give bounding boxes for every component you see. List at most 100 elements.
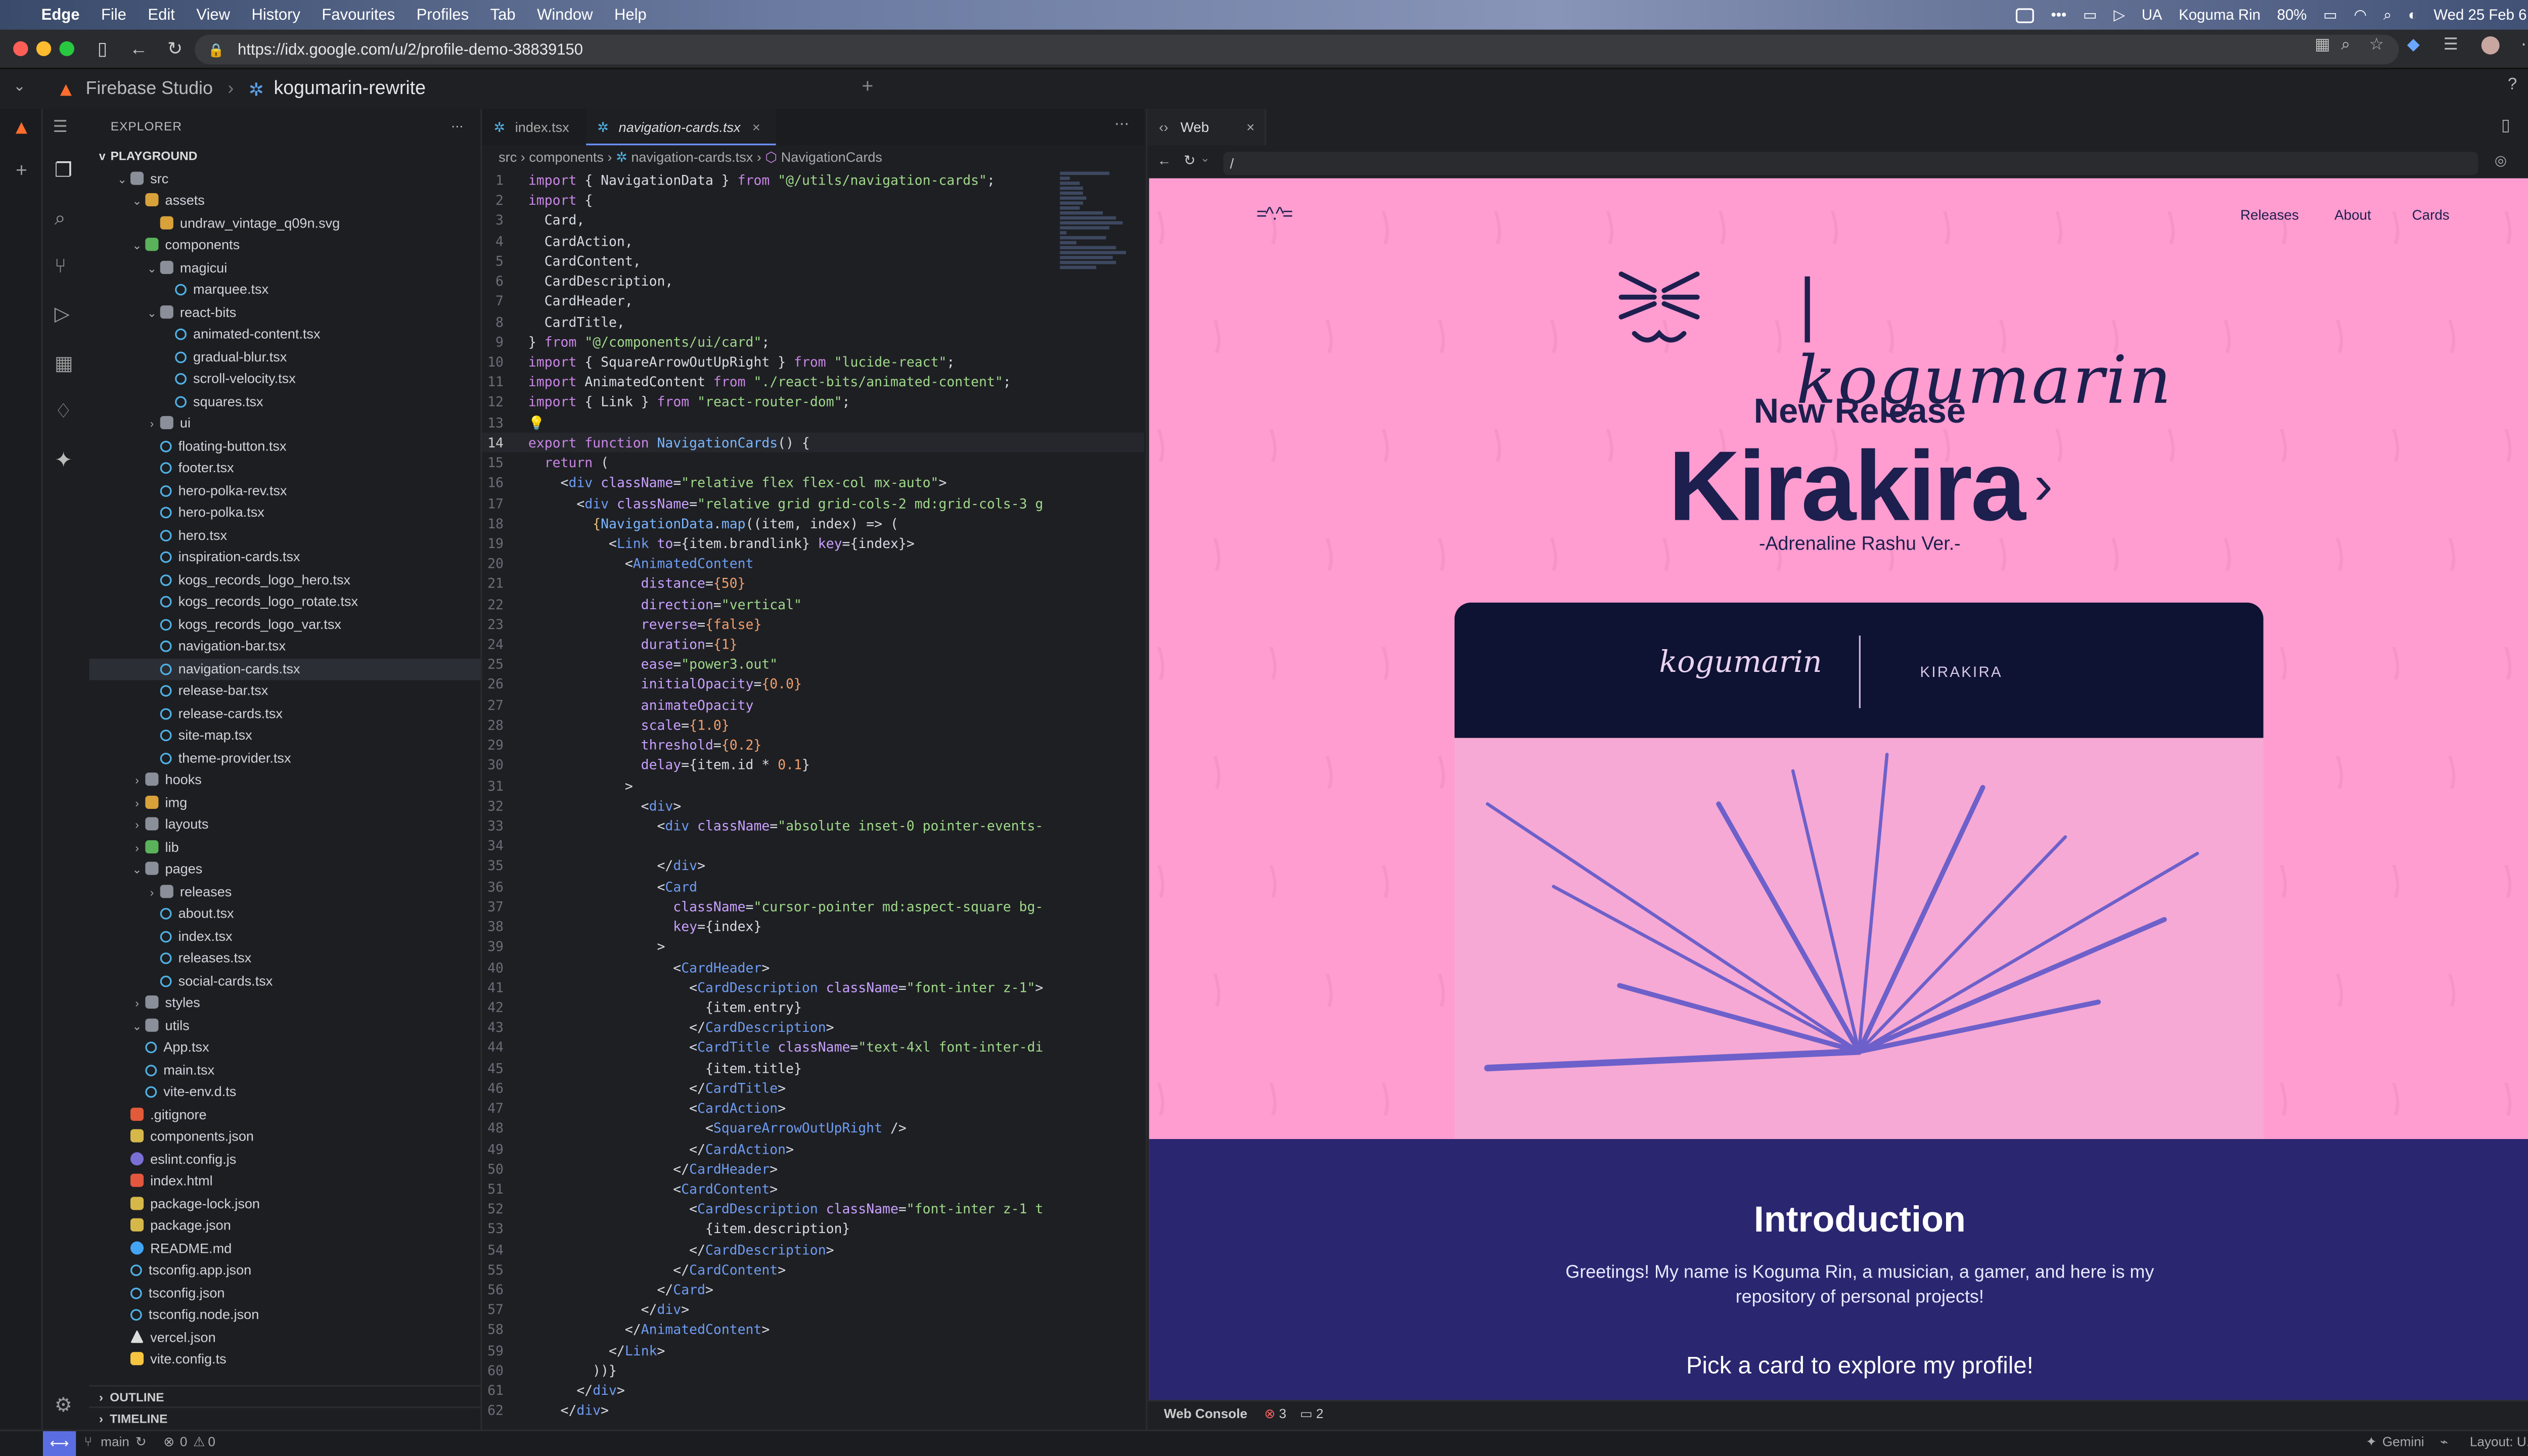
code-line[interactable]: 5 CardContent,	[482, 251, 1144, 271]
release-title-text[interactable]: Kirakira	[1668, 431, 2026, 541]
menu-icon[interactable]: ☰	[53, 119, 67, 137]
chevron-down-icon[interactable]: ⌄	[129, 236, 146, 258]
code-line[interactable]: 8 CardTitle,	[482, 311, 1144, 332]
code-line[interactable]: 4 CardAction,	[482, 231, 1144, 251]
menu-view[interactable]: View	[196, 6, 230, 24]
tree-item[interactable]: releases.tsx	[89, 947, 480, 970]
tree-item[interactable]: vite.config.ts	[89, 1349, 480, 1371]
code-line[interactable]: 33 <div className="absolute inset-0 poin…	[482, 815, 1144, 836]
close-tab-icon[interactable]: ×	[752, 119, 760, 135]
code-line[interactable]: 1 import { NavigationData } from "@/utils…	[482, 170, 1144, 190]
chevron-down-icon[interactable]: ⌄	[1200, 152, 1210, 165]
code-line[interactable]: 13 💡	[482, 412, 1144, 432]
tree-item[interactable]: tsconfig.json	[89, 1282, 480, 1304]
nav-cards[interactable]: Cards	[2412, 206, 2450, 223]
tree-item[interactable]: README.md	[89, 1237, 480, 1259]
more-actions-icon[interactable]: ⋯	[1114, 116, 1129, 134]
code-line[interactable]: 14 export function NavigationCards() {	[482, 432, 1144, 452]
tree-item[interactable]: ⌄ components	[89, 235, 480, 257]
wifi-icon[interactable]: ◠	[2354, 6, 2367, 24]
timeline-section[interactable]: › TIMELINE	[89, 1406, 482, 1428]
branch-icon[interactable]: ⑂	[84, 1435, 93, 1449]
tab-navigation-cards[interactable]: ✲ navigation-cards.tsx ×	[585, 109, 777, 146]
code-line[interactable]: 40 <CardHeader>	[482, 957, 1144, 977]
profile-avatar[interactable]	[2481, 36, 2500, 55]
tree-item[interactable]: package.json	[89, 1215, 480, 1237]
breadcrumb-item[interactable]: NavigationCards	[781, 149, 882, 165]
chevron-down-icon[interactable]: ⌄	[144, 303, 160, 325]
warning-icon[interactable]: ⚠	[193, 1435, 205, 1449]
chevron-right-icon[interactable]: ›	[129, 771, 146, 793]
code-line[interactable]: 10 import { SquareArrowOutUpRight } from …	[482, 351, 1144, 372]
tree-item[interactable]: index.html	[89, 1170, 480, 1193]
tree-item[interactable]: squares.tsx	[89, 390, 480, 413]
tree-item[interactable]: navigation-bar.tsx	[89, 635, 480, 658]
tree-item[interactable]: release-cards.tsx	[89, 702, 480, 724]
files-icon[interactable]: ❐	[55, 158, 72, 181]
tree-item[interactable]: release-bar.tsx	[89, 680, 480, 702]
tree-item[interactable]: ⌄ magicui	[89, 257, 480, 279]
release-artwork[interactable]: kogumarin KIRAKIRA	[1454, 602, 2264, 1148]
tree-item[interactable]: ⌄ assets	[89, 190, 480, 212]
tree-item[interactable]: social-cards.tsx	[89, 970, 480, 992]
error-count[interactable]: 0	[180, 1435, 188, 1449]
code-line[interactable]: 15 return (	[482, 452, 1144, 473]
tree-item[interactable]: kogs_records_logo_var.tsx	[89, 613, 480, 635]
menu-favourites[interactable]: Favourites	[322, 6, 395, 24]
menu-tab[interactable]: Tab	[490, 6, 516, 24]
extension-icon[interactable]: ◆	[2407, 36, 2420, 55]
chevron-down-icon[interactable]: ⌄	[13, 77, 26, 96]
add-icon[interactable]: +	[862, 74, 873, 98]
tree-item[interactable]: theme-provider.tsx	[89, 747, 480, 769]
menu-edit[interactable]: Edit	[148, 6, 174, 24]
warning-count[interactable]: 0	[208, 1435, 215, 1449]
breadcrumb-item[interactable]: navigation-cards.tsx	[631, 149, 753, 165]
remote-indicator[interactable]: ⟷	[42, 1431, 76, 1456]
tree-item[interactable]: components.json	[89, 1126, 480, 1148]
back-icon[interactable]: ←	[1157, 152, 1171, 168]
code-line[interactable]: 31 >	[482, 775, 1144, 795]
web-console-bar[interactable]: Web Console ⊗ 3 ▭ 2 ⌃	[1147, 1399, 2528, 1427]
code-line[interactable]: 17 <div className="relative grid grid-co…	[482, 493, 1144, 513]
tree-item[interactable]: hero.tsx	[89, 524, 480, 547]
code-line[interactable]: 34	[482, 836, 1144, 856]
code-line[interactable]: 51 <CardContent>	[482, 1178, 1144, 1199]
code-line[interactable]: 49 </CardAction>	[482, 1138, 1144, 1158]
code-line[interactable]: 39 >	[482, 936, 1144, 957]
code-line[interactable]: 56 </Card>	[482, 1280, 1144, 1300]
code-line[interactable]: 50 </CardHeader>	[482, 1158, 1144, 1178]
tab-index-tsx[interactable]: ✲ index.tsx	[482, 109, 585, 146]
tree-item[interactable]: › lib	[89, 836, 480, 858]
code-line[interactable]: 20 <AnimatedContent	[482, 553, 1144, 573]
release-title[interactable]: Kirakira ›	[1149, 429, 2528, 543]
battery-percent[interactable]: 80%	[2277, 7, 2307, 23]
close-tab-icon[interactable]: ×	[1246, 109, 1254, 146]
play-icon[interactable]: ▷	[2113, 6, 2125, 24]
tree-item[interactable]: › img	[89, 792, 480, 814]
tree-item[interactable]: tsconfig.app.json	[89, 1259, 480, 1282]
tree-item[interactable]: ⌄ pages	[89, 858, 480, 881]
more-icon[interactable]: •••	[2051, 7, 2066, 23]
tree-item[interactable]: scroll-velocity.tsx	[89, 368, 480, 390]
input-language[interactable]: UA	[2142, 7, 2162, 23]
chevron-down-icon[interactable]: ⌄	[129, 192, 146, 214]
tree-item[interactable]: navigation-cards.tsx	[89, 658, 481, 680]
code-line[interactable]: 62 </div>	[482, 1400, 1144, 1421]
address-bar[interactable]: 🔒 https://idx.google.com/u/2/profile-dem…	[195, 34, 2399, 65]
code-line[interactable]: 32 <div>	[482, 795, 1144, 815]
tree-item[interactable]: › releases	[89, 881, 480, 903]
code-line[interactable]: 18 {NavigationData.map((item, index) => …	[482, 513, 1144, 533]
tree-item[interactable]: inspiration-cards.tsx	[89, 547, 480, 569]
favourite-star-icon[interactable]: ☆	[2369, 36, 2384, 55]
chevron-right-icon[interactable]: ›	[129, 994, 146, 1016]
chevron-right-icon[interactable]: ›	[144, 882, 160, 904]
tree-item[interactable]: hero-polka.tsx	[89, 502, 480, 524]
zoom-icon[interactable]: ⌕	[2341, 36, 2350, 55]
code-line[interactable]: 30 delay={item.id * 0.1}	[482, 755, 1144, 775]
chevron-down-icon[interactable]: ⌄	[129, 860, 146, 882]
menu-profiles[interactable]: Profiles	[417, 6, 469, 24]
nav-about[interactable]: About	[2334, 206, 2371, 223]
breadcrumb-item[interactable]: src	[499, 149, 517, 165]
code-line[interactable]: 54 </CardDescription>	[482, 1239, 1144, 1259]
code-line[interactable]: 47 <CardAction>	[482, 1098, 1144, 1118]
